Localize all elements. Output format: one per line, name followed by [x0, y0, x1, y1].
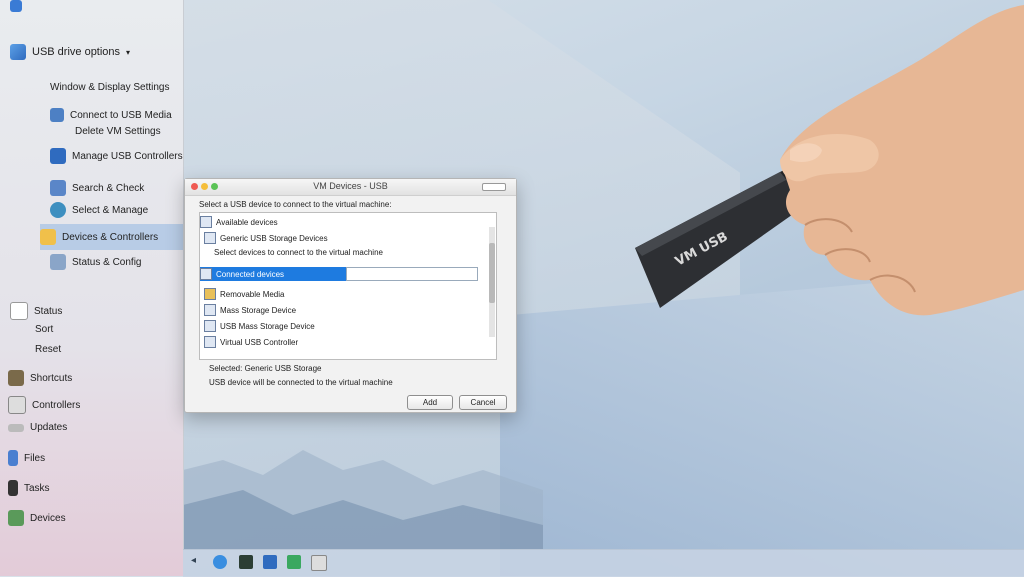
sidebar-item[interactable]: Reset [35, 344, 61, 355]
sidebar-item[interactable]: Devices [8, 510, 66, 526]
window-icon [50, 108, 64, 122]
sidebar-item[interactable]: Tasks [8, 480, 50, 496]
connection-info: USB device will be connected to the virt… [209, 378, 393, 387]
sidebar-item[interactable]: Shortcuts [8, 370, 72, 386]
cancel-button[interactable]: Cancel [459, 395, 507, 410]
settings-icon [50, 254, 66, 270]
browser-icon[interactable] [213, 555, 227, 569]
sidebar-item[interactable]: Sort [35, 324, 53, 335]
selected-device-field[interactable] [346, 267, 478, 281]
app-icon [10, 44, 26, 60]
usb-device-dialog: VM Devices - USB Select a USB device to … [184, 178, 517, 413]
dialog-menu-button[interactable] [482, 183, 506, 191]
cursor-icon [8, 480, 18, 496]
sidebar-item[interactable]: Files [8, 450, 45, 466]
dialog-titlebar[interactable]: VM Devices - USB [185, 179, 516, 196]
list-item[interactable]: USB Mass Storage Device [204, 319, 488, 333]
network-icon [8, 510, 24, 526]
search-icon [50, 180, 66, 196]
folder-icon [40, 229, 56, 245]
sidebar-item[interactable]: Updates [8, 422, 67, 433]
list-item[interactable]: Virtual USB Controller [204, 335, 488, 349]
usb-icon [204, 232, 216, 244]
app-icon[interactable] [263, 555, 277, 569]
chip-icon [204, 336, 216, 348]
arrow-icon[interactable]: ◂ [191, 555, 205, 569]
chevron-down-icon: ▾ [126, 47, 131, 57]
add-button[interactable]: Add [407, 395, 453, 410]
scrollbar-thumb[interactable] [489, 243, 495, 303]
sidebar-item[interactable]: Window & Display Settings [50, 82, 170, 93]
usb-icon [204, 320, 216, 332]
sidebar-item[interactable]: Connect to USB Media [50, 108, 172, 122]
sidebar-item[interactable]: Controllers [8, 396, 80, 414]
hand-with-usb-drive: VM USB [635, 5, 1024, 316]
sidebar-item[interactable]: Search & Check [50, 180, 144, 196]
shortcut-icon [8, 370, 24, 386]
list-item-selected[interactable]: Connected devices [200, 267, 346, 281]
sidebar-item[interactable]: Delete VM Settings [75, 126, 161, 137]
app-icon[interactable] [10, 0, 22, 12]
folder-icon [204, 288, 216, 300]
sidebar-item[interactable]: Status [10, 302, 62, 320]
usb-icon [50, 148, 66, 164]
list-item[interactable]: Available devices [200, 215, 488, 229]
drive-icon [204, 304, 216, 316]
drive-icon [8, 423, 24, 432]
printer-icon [8, 396, 26, 414]
list-item[interactable]: Generic USB Storage Devices [204, 231, 488, 245]
dialog-title: VM Devices - USB [313, 181, 388, 191]
list-item[interactable]: Mass Storage Device [204, 303, 488, 317]
usb-icon [200, 268, 212, 280]
selection-info: Selected: Generic USB Storage [209, 364, 322, 373]
file-icon [10, 302, 28, 320]
leaf-icon[interactable] [287, 555, 301, 569]
sidebar-item[interactable]: Manage USB Controllers [50, 148, 183, 164]
sidebar-item[interactable]: Status & Config [50, 254, 141, 270]
sidebar-item-selected[interactable]: Devices & Controllers [40, 224, 183, 250]
terminal-icon[interactable] [239, 555, 253, 569]
dialog-header: Select a USB device to connect to the vi… [199, 200, 392, 209]
device-icon [200, 216, 212, 228]
hand [780, 5, 1024, 316]
sidebar-title: USB drive options [32, 46, 121, 58]
sidebar-item[interactable]: Select & Manage [50, 202, 148, 218]
sidebar-title-row[interactable]: USB drive options ▾ [10, 44, 130, 60]
settings-icon[interactable] [311, 555, 327, 571]
background-mountains [183, 450, 543, 550]
device-list[interactable]: Available devices Generic USB Storage De… [199, 212, 497, 360]
sidebar: USB drive options ▾ Window & Display Set… [0, 0, 184, 576]
list-item[interactable]: Removable Media [204, 287, 488, 301]
globe-icon [50, 202, 66, 218]
taskbar: ◂ [183, 549, 1024, 577]
phone-icon [8, 450, 18, 466]
list-item[interactable]: Select devices to connect to the virtual… [214, 245, 488, 259]
